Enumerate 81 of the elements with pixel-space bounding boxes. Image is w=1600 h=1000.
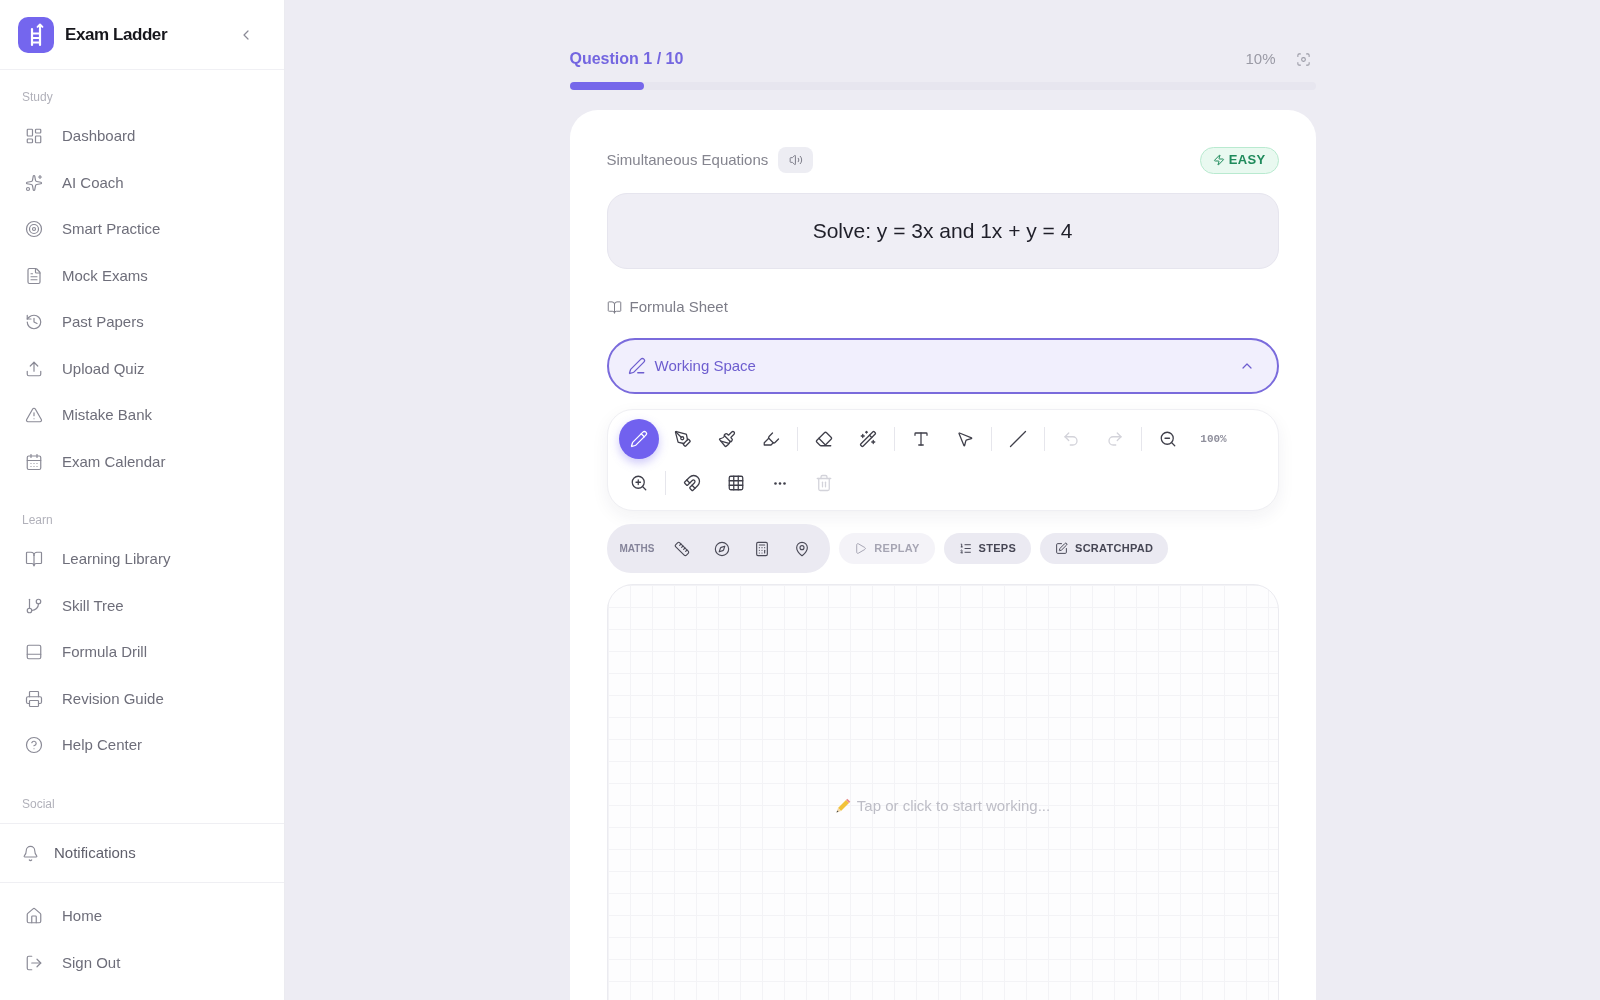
- speaker-icon: [788, 153, 803, 167]
- nav-item[interactable]: Formula Drill: [22, 629, 262, 676]
- numbered-list-icon: [958, 542, 972, 555]
- calculator-icon: [754, 540, 771, 557]
- pen-nib-icon: [673, 430, 692, 448]
- branch-icon: [25, 596, 43, 615]
- difficulty-label: EASY: [1228, 151, 1266, 170]
- maths-label: MATHS: [619, 542, 655, 556]
- topic-title: Simultaneous Equations: [606, 149, 769, 170]
- nav-item[interactable]: Exam Calendar: [22, 438, 262, 485]
- zoom-level: 100%: [1199, 431, 1228, 447]
- paintbrush-icon: [717, 430, 736, 448]
- pencil-icon: [629, 430, 648, 448]
- magnet-icon: [682, 474, 701, 492]
- bell-icon: [22, 844, 39, 862]
- nav-item[interactable]: Home: [22, 893, 262, 940]
- nav-item[interactable]: Learning Library: [22, 536, 262, 583]
- read-aloud-button[interactable]: [778, 147, 814, 173]
- target-icon: [25, 220, 43, 239]
- redo-icon: [1105, 430, 1124, 448]
- highlighter-icon: [761, 430, 780, 448]
- nav-item[interactable]: Notifications: [22, 841, 136, 865]
- zoom-out-icon: [1158, 430, 1177, 448]
- nav-item[interactable]: AI Coach: [22, 159, 262, 206]
- play-icon: [854, 542, 868, 555]
- pointer-icon: [955, 430, 974, 448]
- help-icon: [25, 736, 43, 755]
- canvas-placeholder: Tap or click to start working...: [856, 795, 1051, 816]
- upload-icon: [25, 359, 43, 378]
- printer-icon: [25, 689, 43, 708]
- nav-item[interactable]: Revision Guide: [22, 675, 262, 722]
- nav-item[interactable]: Dashboard: [22, 113, 262, 160]
- question-counter: Question 1 / 10: [569, 49, 684, 69]
- nav-item[interactable]: Help Center: [22, 722, 262, 769]
- lightning-icon: [1212, 154, 1225, 166]
- nav-item[interactable]: Skill Tree: [22, 582, 262, 629]
- nav-item[interactable]: Smart Practice: [22, 206, 262, 253]
- section-label: Study: [22, 90, 54, 104]
- sign-out-icon: [25, 953, 43, 972]
- panel-icon: [25, 643, 43, 662]
- pen-line-icon: [627, 357, 646, 375]
- pencil-button[interactable]: [618, 419, 659, 459]
- compass-icon: [714, 540, 731, 557]
- nav-item[interactable]: Mistake Bank: [22, 392, 262, 439]
- sparkles-icon: [25, 173, 43, 192]
- dashboard-icon: [25, 127, 43, 146]
- action-button[interactable]: SCRATCHPAD: [1040, 533, 1169, 564]
- progress-percent: 10%: [1245, 48, 1276, 69]
- action-button[interactable]: STEPS: [943, 533, 1032, 564]
- document-icon: [25, 266, 43, 285]
- brand-name: Exam Ladder: [65, 23, 168, 46]
- home-icon: [25, 907, 43, 926]
- calendar-icon: [25, 452, 43, 471]
- undo-icon: [1061, 430, 1080, 448]
- book-icon: [606, 299, 622, 315]
- nav-item[interactable]: Upload Quiz: [22, 345, 262, 392]
- working-space-toggle[interactable]: Working Space: [606, 338, 1279, 394]
- section-label: Learn: [22, 513, 54, 527]
- history-icon: [25, 313, 43, 332]
- nav-item[interactable]: Past Papers: [22, 299, 262, 346]
- zoom-in-icon: [629, 474, 648, 492]
- book-icon: [25, 550, 43, 569]
- formula-sheet-link[interactable]: Formula Sheet: [606, 297, 728, 317]
- magic-wand-icon: [858, 430, 877, 448]
- nav-item[interactable]: Mock Exams: [22, 252, 262, 299]
- question-prompt: Solve: y = 3x and 1x + y = 4: [812, 218, 1073, 245]
- focus-icon: [1296, 51, 1311, 67]
- map-pin-icon: [794, 540, 811, 557]
- more-icon: [773, 481, 786, 485]
- warning-icon: [25, 406, 43, 425]
- trash-icon: [814, 474, 833, 492]
- nav-item[interactable]: Sign Out: [22, 939, 262, 986]
- ladder-logo-icon: [18, 16, 54, 53]
- section-label: Social: [22, 796, 56, 811]
- eraser-icon: [814, 430, 833, 448]
- grid-icon: [726, 474, 745, 492]
- ruler-icon: [674, 540, 691, 557]
- note-pen-icon: [1055, 542, 1069, 555]
- pencil-icon: [834, 798, 851, 814]
- line-icon: [1008, 430, 1027, 448]
- text-tool-icon: [911, 430, 930, 448]
